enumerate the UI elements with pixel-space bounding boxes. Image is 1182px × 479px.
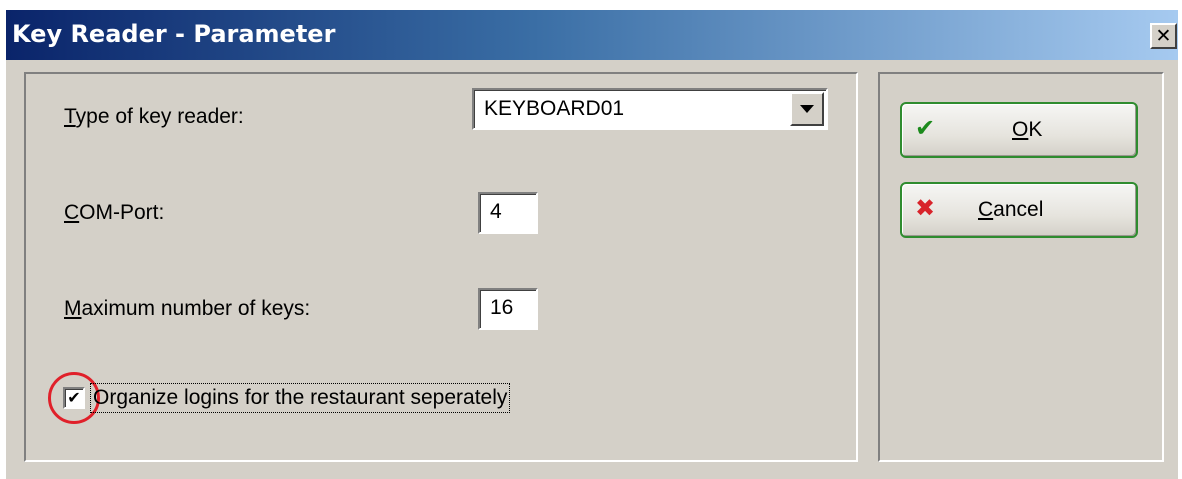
close-icon: ✕ — [1155, 25, 1172, 47]
red-x-icon: ✖ — [914, 194, 936, 222]
com-port-label: COM-Port: — [64, 201, 165, 224]
window-title: Key Reader - Parameter — [12, 20, 336, 48]
com-port-input[interactable]: 4 — [478, 192, 538, 234]
reader-type-value: KEYBOARD01 — [484, 97, 625, 120]
close-button[interactable]: ✕ — [1150, 23, 1177, 49]
dropdown-arrow-button[interactable] — [790, 92, 824, 126]
cancel-button[interactable]: ✖ Cancel — [900, 182, 1138, 238]
max-keys-label: Maximum number of keys: — [64, 297, 311, 320]
max-keys-input[interactable]: 16 — [478, 288, 538, 330]
reader-type-select[interactable]: KEYBOARD01 — [472, 88, 828, 130]
checkmark-icon: ✔ — [67, 388, 81, 407]
title-bar[interactable]: Key Reader - Parameter ✕ — [6, 10, 1178, 60]
checkmark-icon: ✔ — [914, 114, 936, 142]
ok-button[interactable]: ✔ OK — [900, 102, 1138, 158]
organize-logins-checkbox[interactable]: ✔ — [63, 387, 85, 409]
organize-logins-label[interactable]: Organize logins for the restaurant seper… — [90, 383, 511, 413]
reader-type-label: Type of key reader: — [64, 105, 244, 128]
ok-button-label: OK — [1012, 118, 1043, 141]
cancel-button-label: Cancel — [978, 198, 1044, 221]
